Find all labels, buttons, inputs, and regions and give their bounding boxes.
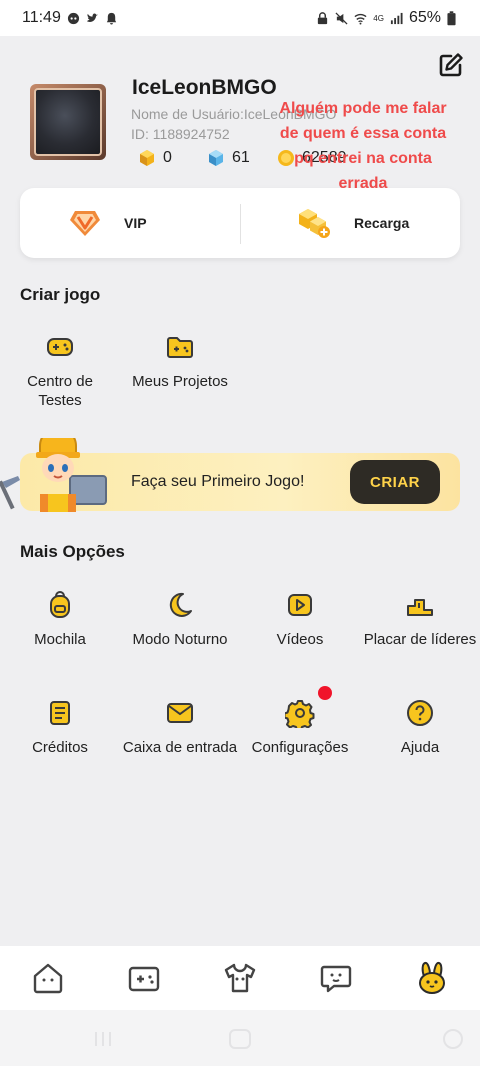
card-divider [240, 204, 241, 244]
blue-cube-balance[interactable]: 61 [206, 148, 250, 168]
folder-game-icon [167, 337, 193, 358]
blue-cube-icon [209, 150, 223, 166]
nav-avatar-shop[interactable] [220, 958, 260, 998]
settings-notification-badge [318, 686, 332, 700]
wifi-icon [354, 13, 367, 25]
gamepad-icon [47, 338, 73, 356]
help-button[interactable]: Ajuda [360, 698, 480, 757]
status-bar: 11:49 4G 65% [0, 0, 480, 36]
overlay-note: Alguém pode me falar de quem é essa cont… [279, 100, 447, 192]
clock: 11:49 [22, 9, 61, 26]
credits-icon [50, 701, 70, 725]
help-icon [407, 700, 433, 726]
night-mode-label: Modo Noturno [132, 631, 228, 648]
test-center-button[interactable]: Centro de Testes [0, 332, 120, 410]
recharge-label: Recarga [354, 215, 410, 231]
more-options-title: Mais Opções [20, 542, 125, 561]
mail-icon [167, 703, 193, 723]
network-type: 4G [373, 13, 384, 23]
settings-button[interactable]: Configurações [240, 698, 360, 757]
gold-cube-balance[interactable]: 0 [137, 148, 172, 168]
home-system-icon[interactable] [228, 1028, 252, 1050]
test-center-label: Centro de Testes [27, 373, 93, 409]
leaderboard-label: Placar de líderes [363, 631, 477, 648]
vip-recharge-card: VIP Recarga [20, 188, 460, 258]
avatar-image [34, 88, 102, 156]
recharge-button[interactable]: Recarga [296, 188, 409, 258]
inbox-button[interactable]: Caixa de entrada [120, 698, 240, 757]
banner-text: Faça seu Primeiro Jogo! [131, 473, 305, 490]
moon-icon [169, 592, 192, 617]
discord-icon [67, 12, 79, 24]
backpack-icon [50, 591, 70, 618]
shirt-icon [224, 963, 256, 993]
system-navigation-bar [0, 1010, 480, 1066]
battery-icon [447, 10, 456, 25]
user-id: ID: 1188924752 [131, 126, 230, 142]
leaderboard-button[interactable]: Placar de líderes [360, 590, 480, 649]
backpack-label: Mochila [34, 631, 86, 648]
podium-icon [407, 599, 433, 616]
blue-cube-count: 61 [232, 149, 250, 166]
mascot-builder-icon [0, 438, 107, 512]
nav-profile[interactable] [412, 958, 452, 998]
bunny-profile-icon [419, 961, 445, 994]
credits-label: Créditos [32, 739, 88, 756]
battery-percent: 65% [408, 9, 441, 26]
vip-heart-icon [70, 211, 100, 236]
inbox-label: Caixa de entrada [122, 739, 238, 756]
create-game-title: Criar jogo [20, 285, 101, 304]
signal-icon [390, 12, 403, 24]
vip-button[interactable]: VIP [68, 188, 147, 258]
edit-profile-icon[interactable] [438, 52, 464, 78]
nav-home[interactable] [28, 958, 68, 998]
games-icon [128, 966, 160, 992]
twitter-icon [86, 12, 98, 22]
gear-icon [285, 700, 315, 728]
nav-games[interactable] [124, 958, 164, 998]
my-projects-button[interactable]: Meus Projetos [120, 332, 240, 391]
status-right: 4G 65% [316, 9, 456, 27]
credits-button[interactable]: Créditos [0, 698, 120, 757]
videos-label: Vídeos [276, 631, 324, 648]
help-label: Ajuda [400, 739, 440, 756]
videos-button[interactable]: Vídeos [240, 590, 360, 649]
vip-label: VIP [124, 215, 147, 231]
bottom-nav [0, 946, 480, 1010]
backpack-button[interactable]: Mochila [0, 590, 120, 649]
lock-icon [318, 11, 328, 24]
username: IceLeonBMGO [132, 76, 277, 99]
recharge-cubes-icon [299, 209, 330, 238]
my-projects-label: Meus Projetos [132, 373, 228, 390]
home-icon [33, 963, 63, 994]
avatar[interactable] [30, 84, 106, 160]
video-icon [288, 594, 312, 616]
bell-icon [106, 12, 117, 25]
nav-chat[interactable] [316, 958, 356, 998]
status-left: 11:49 [22, 9, 118, 27]
chat-icon [320, 965, 352, 993]
mute-icon [335, 11, 348, 25]
accessibility-icon[interactable] [442, 1028, 464, 1050]
gold-cube-count: 0 [163, 149, 172, 166]
gold-cube-icon [140, 150, 154, 166]
create-button[interactable]: CRIAR [350, 460, 440, 504]
settings-label: Configurações [251, 739, 349, 756]
recent-apps-icon[interactable] [92, 1030, 114, 1048]
night-mode-button[interactable]: Modo Noturno [120, 590, 240, 649]
